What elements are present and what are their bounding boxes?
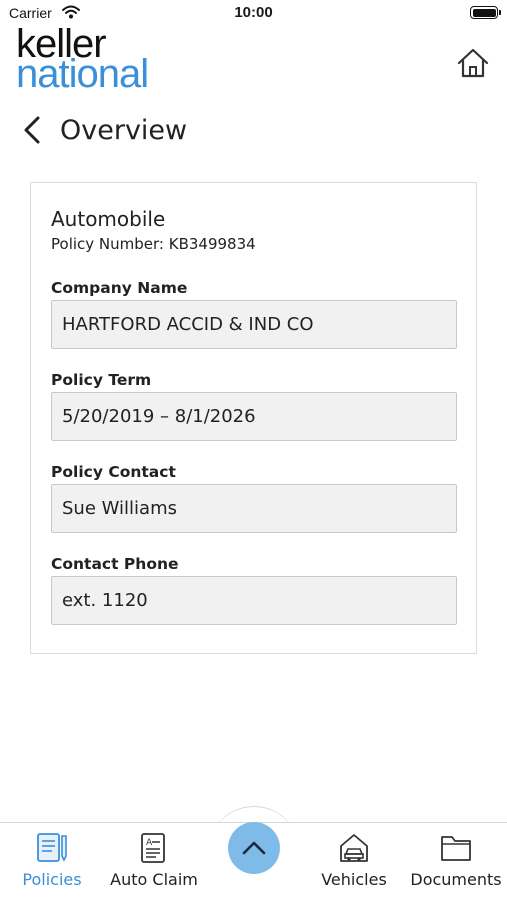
chevron-up-icon xyxy=(242,841,266,855)
contact-phone-label: Contact Phone xyxy=(51,555,179,573)
policy-card: Automobile Policy Number: KB3499834 Comp… xyxy=(30,182,477,654)
policy-contact-label: Policy Contact xyxy=(51,463,176,481)
status-time: 10:00 xyxy=(234,4,273,21)
policy-type: Automobile xyxy=(51,207,166,231)
auto-claim-form-icon: A xyxy=(139,831,169,865)
tab-documents[interactable]: Documents xyxy=(406,823,506,900)
tab-auto-claim-label: Auto Claim xyxy=(110,870,198,889)
contact-phone-field[interactable]: ext. 1120 xyxy=(51,576,457,625)
policy-contact-field: Sue Williams xyxy=(51,484,457,533)
tab-policies-label: Policies xyxy=(22,870,82,889)
back-navigation[interactable]: Overview xyxy=(22,110,187,150)
policy-term-field: 5/20/2019 – 8/1/2026 xyxy=(51,392,457,441)
page-title: Overview xyxy=(60,114,188,146)
tab-auto-claim[interactable]: A Auto Claim xyxy=(106,823,202,900)
tab-vehicles-label: Vehicles xyxy=(321,870,387,889)
keller-national-logo: keller national xyxy=(16,24,256,96)
svg-text:A: A xyxy=(146,838,153,848)
tab-vehicles[interactable]: Vehicles xyxy=(312,823,396,900)
car-garage-icon xyxy=(338,831,370,865)
company-name-label: Company Name xyxy=(51,279,188,297)
policies-document-icon xyxy=(35,831,69,865)
home-icon xyxy=(457,48,489,78)
battery-icon xyxy=(470,6,501,19)
policy-number: Policy Number: KB3499834 xyxy=(51,235,256,253)
home-button[interactable] xyxy=(456,46,490,80)
expand-menu-button[interactable] xyxy=(228,822,280,874)
chevron-left-icon[interactable] xyxy=(22,113,46,147)
tab-policies[interactable]: Policies xyxy=(8,823,96,900)
folder-icon xyxy=(440,831,472,865)
policy-term-label: Policy Term xyxy=(51,371,152,389)
tab-documents-label: Documents xyxy=(410,870,502,889)
company-name-field: HARTFORD ACCID & IND CO xyxy=(51,300,457,349)
logo-line2: national xyxy=(16,52,149,96)
